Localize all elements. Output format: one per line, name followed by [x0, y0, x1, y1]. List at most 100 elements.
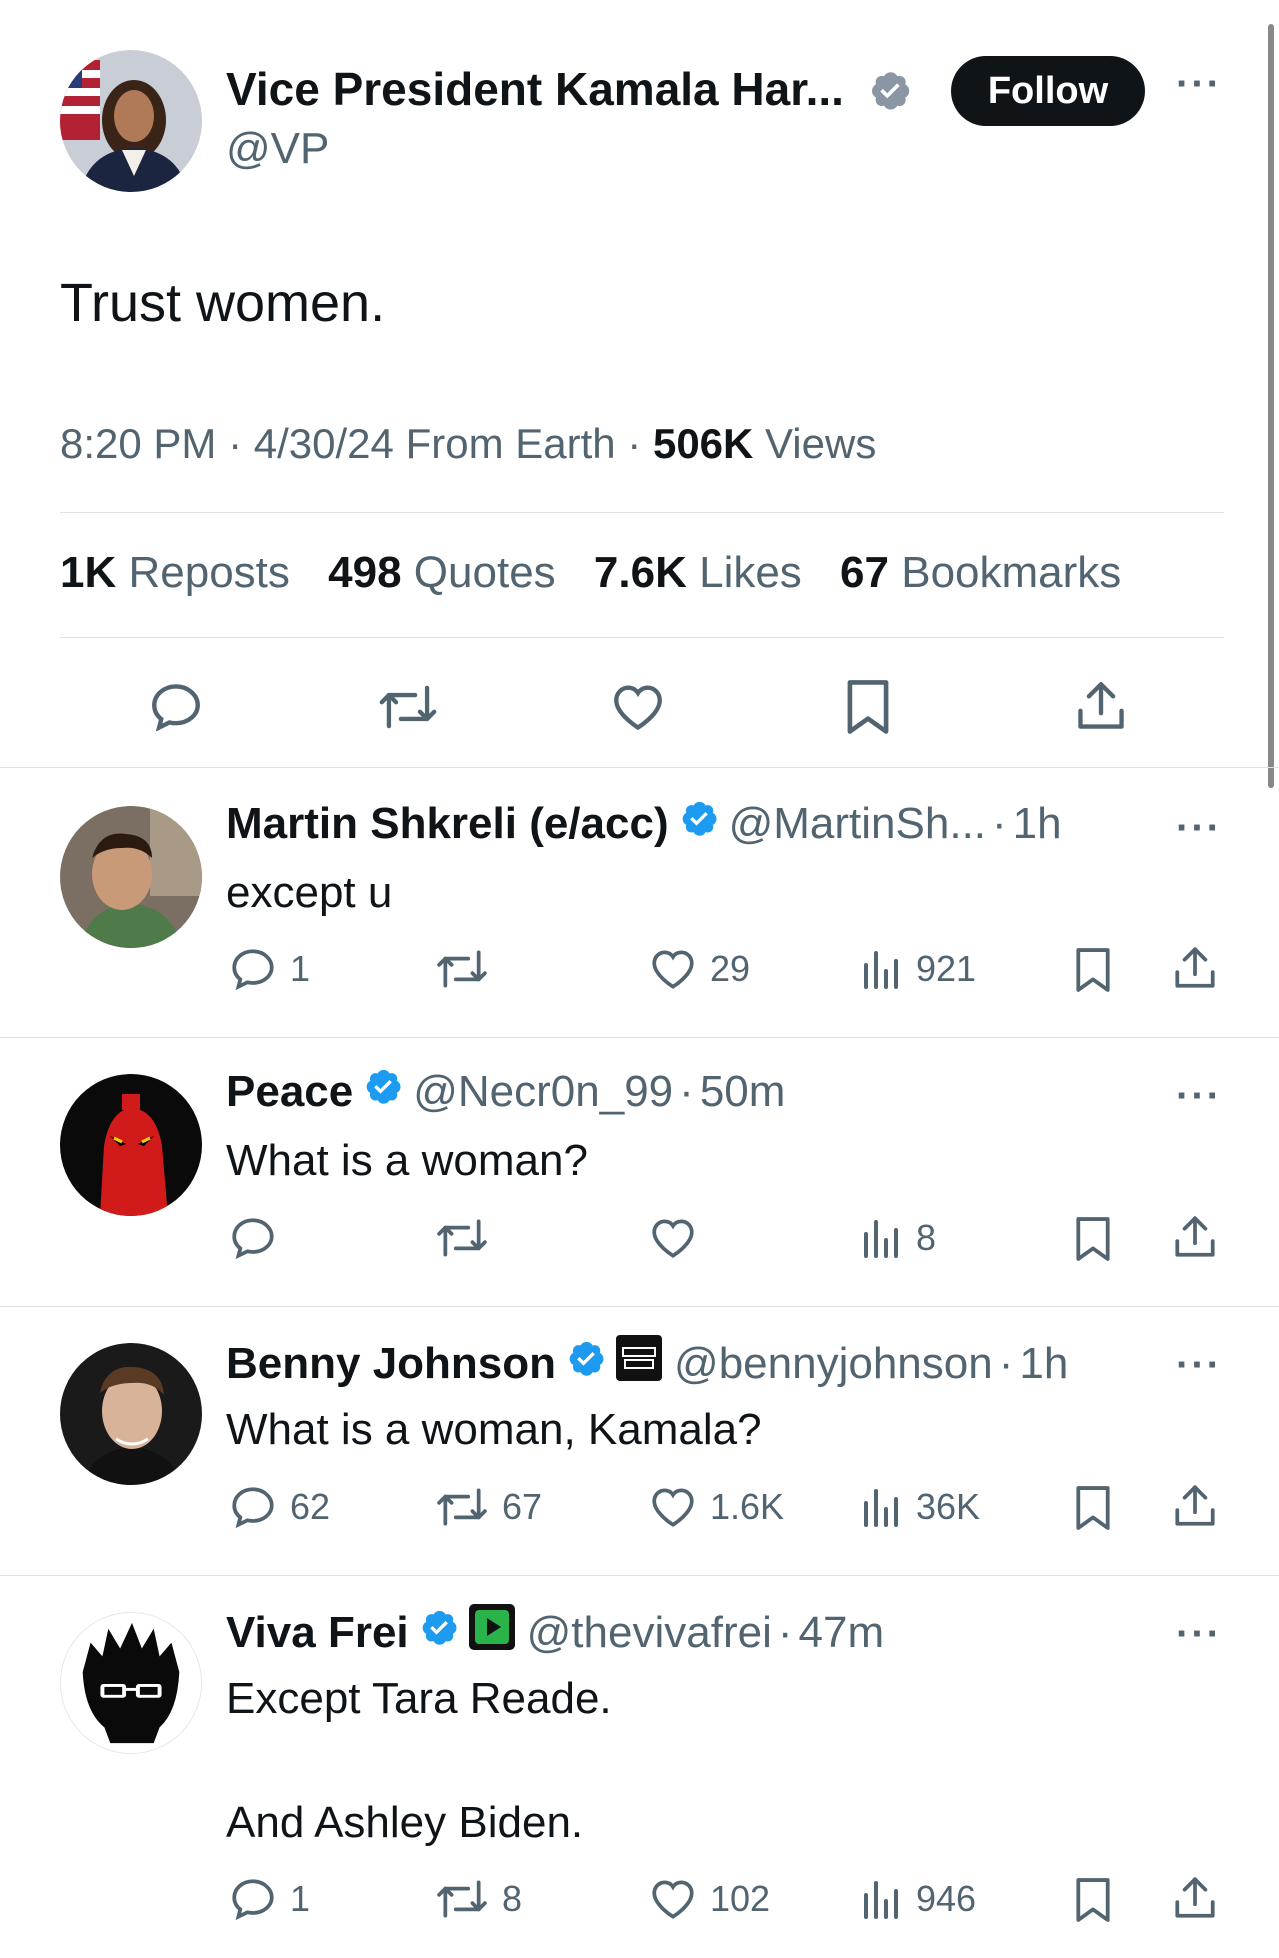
reply-author-name[interactable]: Benny Johnson	[226, 1339, 556, 1389]
reply-time[interactable]: 47m	[799, 1608, 885, 1658]
like-button[interactable]	[648, 1213, 710, 1263]
share-icon[interactable]	[1072, 676, 1130, 741]
views-label: Views	[765, 420, 877, 467]
quotes-stat[interactable]: 498 Quotes	[328, 548, 556, 597]
reply-time[interactable]: 1h	[1019, 1339, 1068, 1389]
verified-badge-icon	[419, 1607, 459, 1658]
bookmark-icon[interactable]	[842, 676, 894, 743]
share-icon[interactable]	[1170, 1211, 1220, 1268]
author-avatar[interactable]	[60, 50, 202, 192]
views-button[interactable]: 921	[860, 944, 976, 994]
repost-button[interactable]: 67	[434, 1482, 542, 1532]
reply-author-handle[interactable]: @Necr0n_99	[413, 1067, 673, 1117]
reply-author-name[interactable]: Viva Frei	[226, 1608, 409, 1658]
repost-button[interactable]: 8	[434, 1874, 522, 1924]
reply-button[interactable]: 1	[228, 944, 310, 994]
share-icon[interactable]	[1170, 1872, 1220, 1929]
repost-icon	[437, 1488, 487, 1526]
reply-header: Benny Johnson @bennyjohnson · 1h	[226, 1335, 1068, 1392]
reply-author-handle[interactable]: @bennyjohnson	[674, 1339, 993, 1389]
bookmark-icon[interactable]	[1072, 1482, 1114, 1539]
reply-icon[interactable]	[147, 678, 205, 741]
tweet-source: From Earth	[405, 420, 616, 467]
reply-text: What is a woman, Kamala?	[226, 1405, 762, 1454]
reply-button[interactable]	[228, 1213, 290, 1263]
engagement-stats: 1K Reposts 498 Quotes 7.6K Likes 67 Book…	[60, 548, 1147, 598]
more-options-icon[interactable]: ···	[1176, 1074, 1222, 1119]
divider	[0, 767, 1279, 768]
share-icon[interactable]	[1170, 1480, 1220, 1537]
bookmark-icon[interactable]	[1072, 1213, 1114, 1270]
bookmark-icon[interactable]	[1072, 944, 1114, 1001]
reply-author-handle[interactable]: @thevivafrei	[527, 1608, 772, 1658]
separator: ·	[627, 420, 642, 467]
repost-icon	[437, 1219, 487, 1257]
more-options-icon[interactable]: ···	[1176, 806, 1222, 851]
verified-badge-icon	[868, 68, 912, 117]
reply-author-handle[interactable]: @MartinSh...	[729, 799, 986, 849]
reply-icon	[232, 1487, 274, 1529]
author-name[interactable]: Vice President Kamala Har...	[226, 62, 844, 116]
author-handle[interactable]: @VP	[226, 124, 329, 174]
like-button[interactable]: 1.6K	[648, 1482, 784, 1532]
view-count: 921	[916, 948, 977, 989]
scrollbar[interactable]	[1268, 24, 1274, 788]
share-icon[interactable]	[1170, 942, 1220, 999]
reply-header: Martin Shkreli (e/acc) @MartinSh... · 1h	[226, 798, 1062, 849]
reply-count: 1	[290, 948, 311, 989]
reply-avatar[interactable]	[60, 1343, 202, 1485]
repost-button[interactable]	[434, 1213, 502, 1263]
like-button[interactable]: 29	[648, 944, 750, 994]
analytics-icon	[864, 1220, 898, 1258]
reply-button[interactable]: 1	[228, 1874, 310, 1924]
views-button[interactable]: 36K	[860, 1482, 980, 1532]
reply-author-name[interactable]: Peace	[226, 1067, 353, 1117]
tweet-text: Trust women.	[60, 273, 386, 333]
divider	[0, 1037, 1279, 1038]
reply-avatar[interactable]	[60, 1612, 202, 1754]
more-options-icon[interactable]: ···	[1176, 62, 1222, 107]
repost-count: 8	[502, 1878, 523, 1919]
reply-icon	[232, 1879, 274, 1921]
reply-icon	[232, 949, 274, 991]
verified-badge-icon	[679, 798, 719, 849]
affiliate-logo-icon[interactable]	[468, 1604, 515, 1661]
like-icon	[652, 1880, 694, 1919]
repost-icon[interactable]	[377, 678, 439, 741]
reply-text: Except Tara Reade.	[226, 1674, 612, 1723]
reply-avatar[interactable]	[60, 806, 202, 948]
affiliate-logo-icon[interactable]	[616, 1335, 663, 1392]
like-icon	[652, 1488, 694, 1527]
separator: ·	[228, 420, 243, 467]
view-count: 8	[916, 1217, 937, 1258]
bookmarks-stat[interactable]: 67 Bookmarks	[840, 548, 1121, 597]
views-button[interactable]: 946	[860, 1874, 976, 1924]
tweet-date[interactable]: 4/30/24	[254, 420, 394, 467]
tweet-time[interactable]: 8:20 PM	[60, 420, 216, 467]
tweet-meta: 8:20 PM · 4/30/24 From Earth · 506K View…	[60, 420, 876, 468]
reply-time[interactable]: 50m	[700, 1067, 786, 1117]
reply-header: Viva Frei @thevivafrei · 47m	[226, 1604, 884, 1661]
reply-time[interactable]: 1h	[1013, 799, 1062, 849]
reply-button[interactable]: 62	[228, 1482, 330, 1532]
more-options-icon[interactable]: ···	[1176, 1343, 1222, 1388]
reply-author-name[interactable]: Martin Shkreli (e/acc)	[226, 799, 669, 849]
views-button[interactable]: 8	[860, 1213, 936, 1263]
reply-avatar[interactable]	[60, 1074, 202, 1216]
reposts-stat[interactable]: 1K Reposts	[60, 548, 290, 597]
repost-button[interactable]	[434, 944, 502, 994]
reply-text: What is a woman?	[226, 1136, 588, 1185]
repost-icon	[437, 950, 487, 988]
view-count: 946	[916, 1878, 977, 1919]
follow-button[interactable]: Follow	[951, 56, 1145, 126]
bookmark-icon[interactable]	[1072, 1874, 1114, 1931]
more-options-icon[interactable]: ···	[1176, 1612, 1222, 1657]
separator: ·	[998, 1338, 1014, 1388]
analytics-icon	[864, 1881, 898, 1919]
likes-stat[interactable]: 7.6K Likes	[594, 548, 802, 597]
separator: ·	[777, 1607, 793, 1657]
like-button[interactable]: 102	[648, 1874, 770, 1924]
like-icon[interactable]	[608, 678, 668, 741]
divider	[0, 1306, 1279, 1307]
reply-count: 62	[290, 1486, 331, 1527]
